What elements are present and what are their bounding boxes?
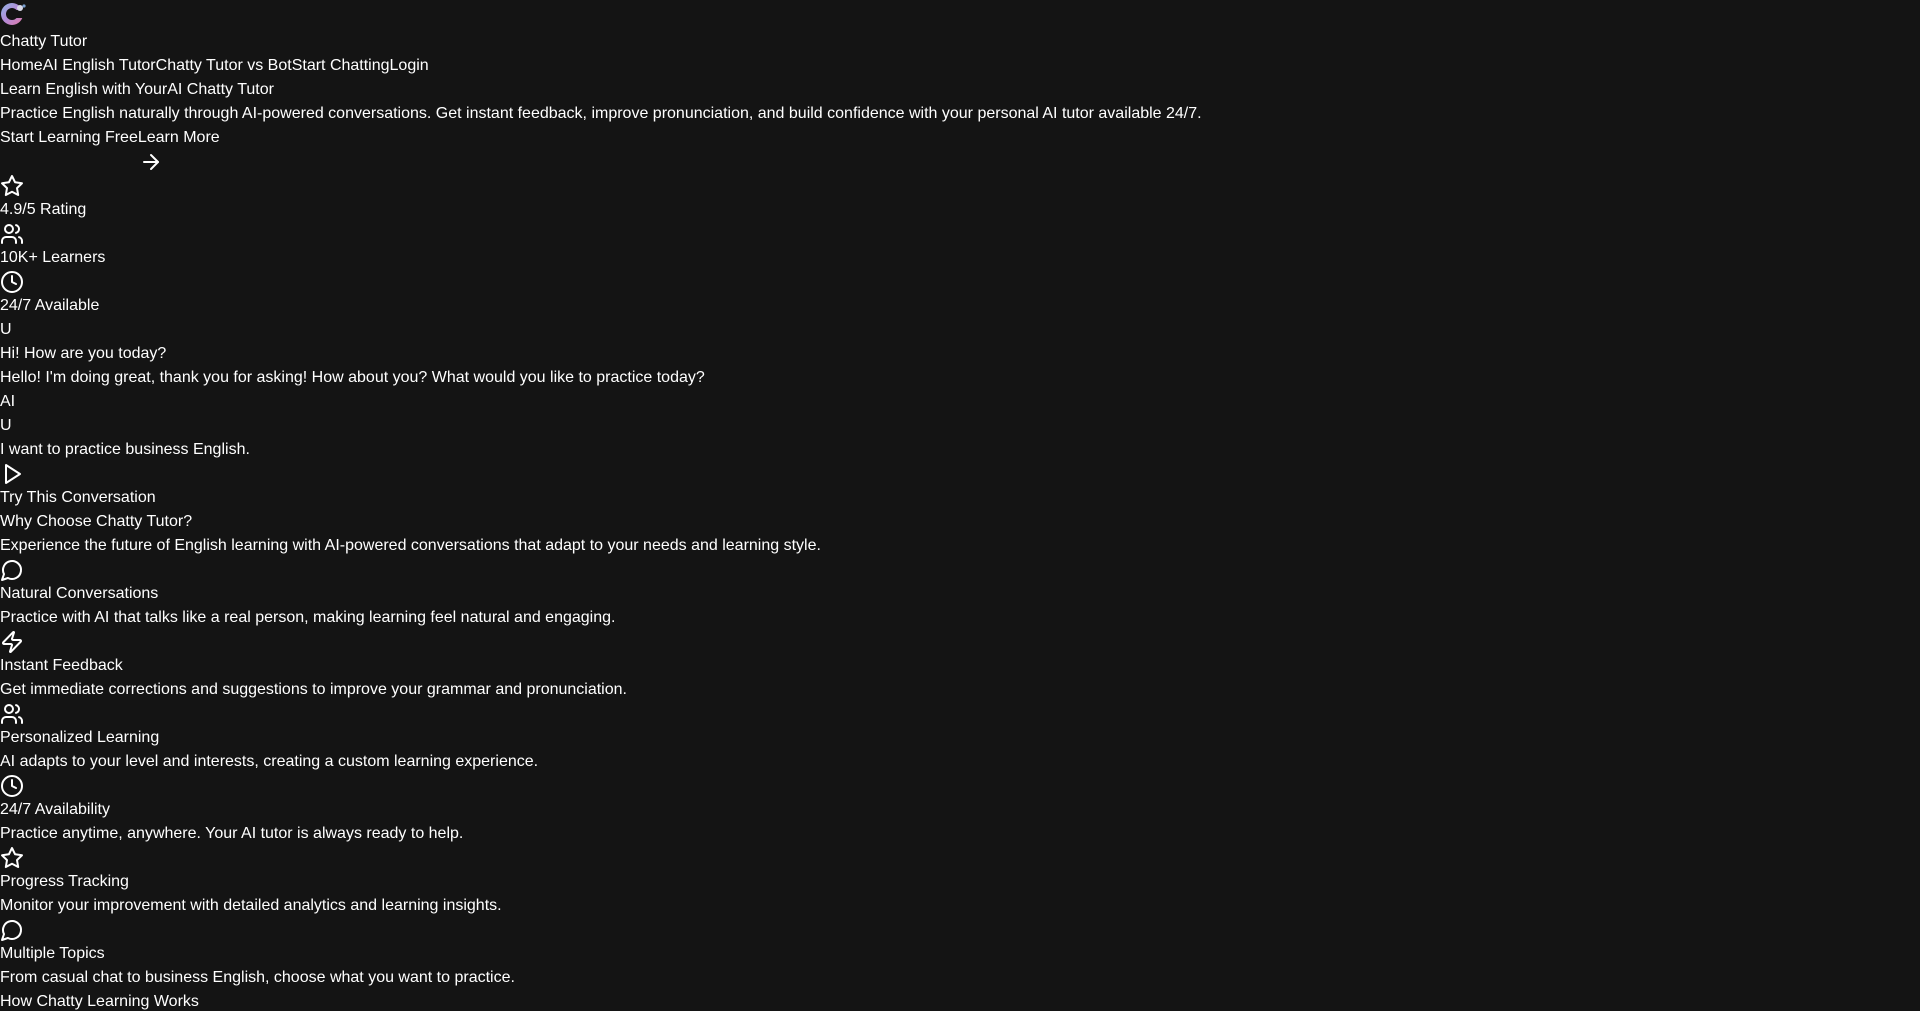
feature-title: Personalized Learning (0, 729, 160, 746)
stat-rating: 4.9/5 Rating (0, 201, 87, 218)
clock-icon (0, 774, 24, 798)
stat-learners-icon-row (0, 222, 1920, 246)
feature-description: Practice anytime, anywhere. Your AI tuto… (0, 825, 464, 842)
feature-title: Progress Tracking (0, 873, 129, 890)
play-icon-row (0, 462, 1920, 486)
learn-more-button[interactable]: Learn More (138, 126, 220, 150)
feature-icon-row (0, 630, 1920, 654)
feature-title: Instant Feedback (0, 657, 123, 674)
star-icon (0, 846, 24, 870)
feature-icon-row (0, 702, 1920, 726)
user-avatar: U (0, 321, 12, 338)
feature-icon-row (0, 846, 1920, 870)
nav-ai-english-tutor-link[interactable]: AI English Tutor (43, 57, 156, 74)
user-message: Hi! How are you today? (0, 345, 167, 362)
zap-icon (0, 630, 24, 654)
stat-available: 24/7 Available (0, 297, 100, 314)
how-it-works-title: How Chatty Learning Works (0, 993, 199, 1010)
hero-title-highlight: AI Chatty Tutor (167, 81, 274, 98)
feature-icon-row (0, 558, 1920, 582)
logo-container[interactable] (0, 0, 1920, 30)
feature-description: AI adapts to your level and interests, c… (0, 753, 539, 770)
ai-message: Hello! I'm doing great, thank you for as… (0, 369, 705, 386)
cta-arrow-row (0, 150, 1920, 174)
nav-start-chatting-link[interactable]: Start Chatting (292, 57, 390, 74)
hero-title-part1: Learn English with Your (0, 81, 168, 98)
message-circle-icon (0, 558, 24, 582)
feature-description: From casual chat to business English, ch… (0, 969, 515, 986)
user-avatar: U (0, 417, 12, 434)
features-title: Why Choose Chatty Tutor? (0, 513, 193, 530)
stat-available-icon-row (0, 270, 1920, 294)
hero-title: Learn English with YourAI Chatty Tutor (0, 78, 1920, 102)
nav-home-link[interactable]: Home (0, 57, 43, 74)
nav-login-link[interactable]: Login (390, 57, 429, 74)
brand-name[interactable]: Chatty Tutor (0, 30, 1920, 54)
feature-description: Get immediate corrections and suggestion… (0, 681, 627, 698)
try-conversation-row: Try This Conversation (0, 486, 1920, 510)
star-icon (0, 174, 24, 198)
play-icon[interactable] (0, 462, 24, 486)
feature-title: 24/7 Availability (0, 801, 110, 818)
feature-description: Practice with AI that talks like a real … (0, 609, 616, 626)
main-nav: HomeAI English TutorChatty Tutor vs BotS… (0, 54, 1920, 78)
user-message: I want to practice business English. (0, 441, 250, 458)
feature-icon-row (0, 774, 1920, 798)
start-learning-free-button[interactable]: Start Learning Free (0, 126, 138, 150)
page: Chatty Tutor HomeAI English TutorChatty … (0, 0, 1920, 1011)
feature-title: Natural Conversations (0, 585, 159, 602)
clock-icon (0, 270, 24, 294)
users-icon (0, 702, 24, 726)
users-icon (0, 222, 24, 246)
arrow-right-icon[interactable] (139, 150, 163, 174)
hero-cta-group: Start Learning FreeLearn More (0, 126, 1920, 150)
chatty-tutor-logo-icon[interactable] (0, 0, 28, 28)
message-circle-icon (0, 918, 24, 942)
features-subtitle: Experience the future of English learnin… (0, 537, 821, 554)
ai-avatar: AI (0, 393, 16, 410)
feature-description: Monitor your improvement with detailed a… (0, 897, 502, 914)
stat-rating-icon-row (0, 174, 1920, 198)
stat-learners: 10K+ Learners (0, 249, 106, 266)
feature-icon-row (0, 918, 1920, 942)
hero-description: Practice English naturally through AI-po… (0, 105, 1202, 122)
feature-title: Multiple Topics (0, 945, 105, 962)
nav-chatty-tutor-vs-bot-link[interactable]: Chatty Tutor vs Bot (156, 57, 292, 74)
try-this-conversation-button[interactable]: Try This Conversation (0, 486, 156, 510)
